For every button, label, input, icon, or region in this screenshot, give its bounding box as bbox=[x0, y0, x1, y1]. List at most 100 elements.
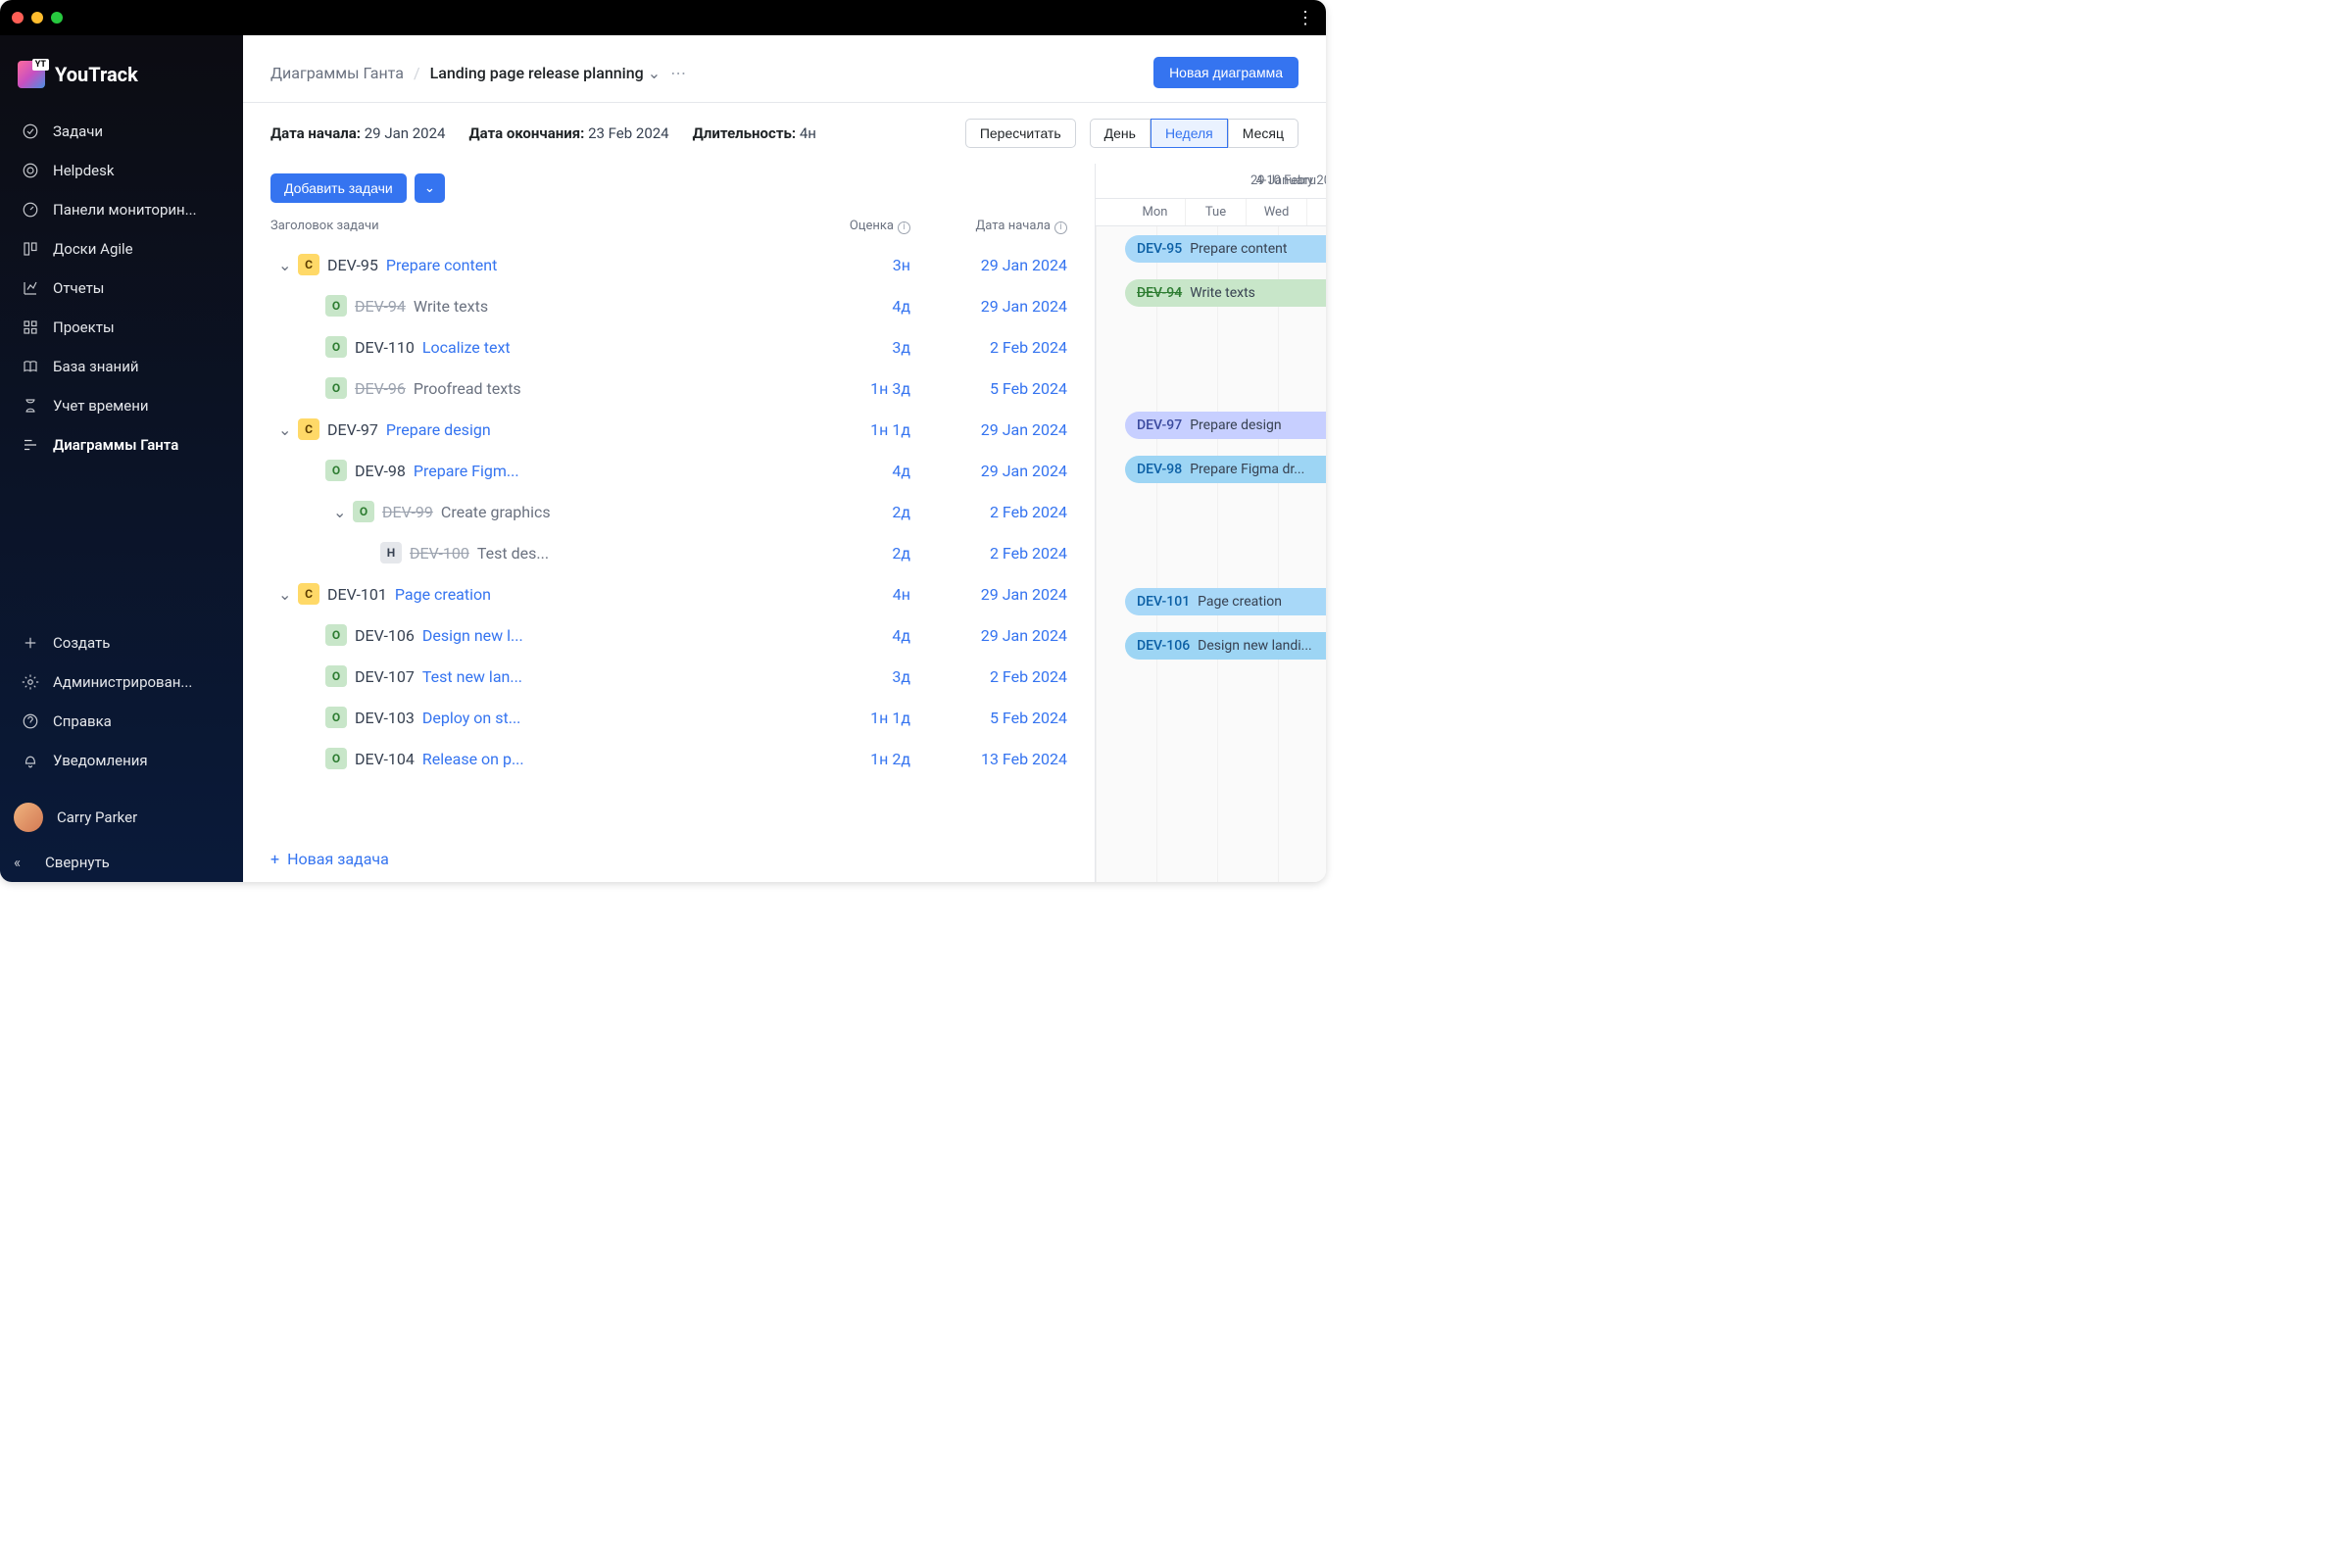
task-title[interactable]: Prepare content bbox=[386, 256, 497, 274]
task-estimate[interactable]: 3д bbox=[793, 338, 910, 357]
task-title[interactable]: Prepare design bbox=[386, 420, 491, 439]
chevron-down-icon[interactable]: ⌄ bbox=[648, 64, 661, 82]
gantt-bar[interactable]: DEV-98Prepare Figma dr... bbox=[1125, 456, 1326, 483]
task-row[interactable]: O DEV-96 Proofread texts 1н 3д 5 Feb 202… bbox=[243, 368, 1095, 409]
kebab-icon[interactable]: ⋮ bbox=[1297, 8, 1314, 28]
task-title[interactable]: Test new lan... bbox=[422, 667, 522, 686]
gantt-bar[interactable]: DEV-94Write texts bbox=[1125, 279, 1326, 307]
task-row[interactable]: H DEV-100 Test des... 2д 2 Feb 2024 bbox=[243, 532, 1095, 573]
chevron-down-icon[interactable]: ⌄ bbox=[278, 420, 290, 439]
task-estimate[interactable]: 3д bbox=[793, 667, 910, 686]
task-row[interactable]: ⌄ O DEV-99 Create graphics 2д 2 Feb 2024 bbox=[243, 491, 1095, 532]
chevron-down-icon[interactable]: ⌄ bbox=[333, 503, 345, 521]
user-profile[interactable]: Carry Parker bbox=[0, 792, 243, 843]
sidebar-item-4[interactable]: Отчеты bbox=[8, 269, 235, 308]
new-task-button[interactable]: + Новая задача bbox=[243, 836, 1095, 882]
task-title[interactable]: Write texts bbox=[414, 297, 488, 316]
task-start-date[interactable]: 29 Jan 2024 bbox=[910, 585, 1067, 604]
task-title[interactable]: Release on p... bbox=[422, 750, 524, 768]
task-title[interactable]: Test des... bbox=[477, 544, 549, 563]
task-title[interactable]: Localize text bbox=[422, 338, 511, 357]
sidebar-item-5[interactable]: Проекты bbox=[8, 308, 235, 347]
chevron-down-icon[interactable]: ⌄ bbox=[278, 585, 290, 604]
sidebar-bottom-2[interactable]: Справка bbox=[8, 702, 235, 741]
task-start-date[interactable]: 2 Feb 2024 bbox=[910, 667, 1067, 686]
gantt-bar[interactable]: DEV-106Design new landi... bbox=[1125, 632, 1326, 660]
task-row[interactable]: O DEV-98 Prepare Figm... 4д 29 Jan 2024 bbox=[243, 450, 1095, 491]
task-start-date[interactable]: 29 Jan 2024 bbox=[910, 626, 1067, 645]
task-start-date[interactable]: 2 Feb 2024 bbox=[910, 338, 1067, 357]
gantt-icon bbox=[22, 436, 39, 454]
new-chart-button[interactable]: Новая диаграмма bbox=[1153, 57, 1298, 88]
sidebar-item-7[interactable]: Учет времени bbox=[8, 386, 235, 425]
task-estimate[interactable]: 2д bbox=[793, 503, 910, 521]
close-icon[interactable] bbox=[12, 12, 24, 24]
task-estimate[interactable]: 3н bbox=[793, 256, 910, 274]
info-icon[interactable]: i bbox=[898, 221, 910, 234]
task-row[interactable]: ⌄ C DEV-95 Prepare content 3н 29 Jan 202… bbox=[243, 244, 1095, 285]
task-estimate[interactable]: 2д bbox=[793, 544, 910, 563]
task-estimate[interactable]: 4д bbox=[793, 462, 910, 480]
collapse-sidebar[interactable]: « Свернуть bbox=[0, 843, 243, 882]
task-start-date[interactable]: 2 Feb 2024 bbox=[910, 503, 1067, 521]
recalculate-button[interactable]: Пересчитать bbox=[965, 119, 1076, 148]
task-row[interactable]: O DEV-107 Test new lan... 3д 2 Feb 2024 bbox=[243, 656, 1095, 697]
view-month[interactable]: Месяц bbox=[1228, 119, 1298, 148]
sidebar-bottom-1[interactable]: Администрирован... bbox=[8, 662, 235, 702]
task-estimate[interactable]: 1н 1д bbox=[793, 420, 910, 439]
task-estimate[interactable]: 1н 3д bbox=[793, 379, 910, 398]
task-row[interactable]: O DEV-110 Localize text 3д 2 Feb 2024 bbox=[243, 326, 1095, 368]
task-row[interactable]: O DEV-104 Release on p... 1н 2д 13 Feb 2… bbox=[243, 738, 1095, 779]
task-start-date[interactable]: 29 Jan 2024 bbox=[910, 462, 1067, 480]
sidebar-item-2[interactable]: Панели мониторин... bbox=[8, 190, 235, 229]
task-title[interactable]: Page creation bbox=[395, 585, 491, 604]
task-row[interactable]: O DEV-94 Write texts 4д 29 Jan 2024 bbox=[243, 285, 1095, 326]
sidebar-item-1[interactable]: Helpdesk bbox=[8, 151, 235, 190]
add-tasks-dropdown[interactable]: ⌄ bbox=[415, 173, 445, 203]
task-estimate[interactable]: 1н 1д bbox=[793, 709, 910, 727]
gantt-bar[interactable]: DEV-95Prepare content bbox=[1125, 235, 1326, 263]
task-start-date[interactable]: 29 Jan 2024 bbox=[910, 256, 1067, 274]
task-start-date[interactable]: 13 Feb 2024 bbox=[910, 750, 1067, 768]
gantt-bar[interactable]: DEV-97Prepare design bbox=[1125, 412, 1326, 439]
add-tasks-button[interactable]: Добавить задачи bbox=[270, 173, 407, 203]
breadcrumb-root[interactable]: Диаграммы Ганта bbox=[270, 64, 404, 82]
view-week[interactable]: Неделя bbox=[1151, 119, 1228, 148]
view-day[interactable]: День bbox=[1090, 119, 1151, 148]
task-row[interactable]: ⌄ C DEV-97 Prepare design 1н 1д 29 Jan 2… bbox=[243, 409, 1095, 450]
task-estimate[interactable]: 4д bbox=[793, 626, 910, 645]
task-row[interactable]: O DEV-103 Deploy on st... 1н 1д 5 Feb 20… bbox=[243, 697, 1095, 738]
task-start-date[interactable]: 29 Jan 2024 bbox=[910, 297, 1067, 316]
lifebuoy-icon bbox=[22, 162, 39, 179]
sidebar-bottom-3[interactable]: Уведомления bbox=[8, 741, 235, 780]
sidebar-item-3[interactable]: Доски Agile bbox=[8, 229, 235, 269]
task-title[interactable]: Design new l... bbox=[422, 626, 523, 645]
chevron-down-icon[interactable]: ⌄ bbox=[278, 256, 290, 274]
day-column: Thu bbox=[1307, 199, 1326, 225]
task-start-date[interactable]: 2 Feb 2024 bbox=[910, 544, 1067, 563]
gantt-bar[interactable]: DEV-101Page creation bbox=[1125, 588, 1326, 615]
breadcrumb-current[interactable]: Landing page release planning ⌄ bbox=[430, 64, 662, 82]
task-start-date[interactable]: 5 Feb 2024 bbox=[910, 709, 1067, 727]
task-start-date[interactable]: 29 Jan 2024 bbox=[910, 420, 1067, 439]
task-row[interactable]: ⌄ C DEV-101 Page creation 4н 29 Jan 2024 bbox=[243, 573, 1095, 614]
task-id: DEV-104 bbox=[355, 750, 415, 768]
task-title[interactable]: Prepare Figm... bbox=[414, 462, 519, 480]
minimize-icon[interactable] bbox=[31, 12, 43, 24]
sidebar-bottom-0[interactable]: Создать bbox=[8, 623, 235, 662]
task-row[interactable]: O DEV-106 Design new l... 4д 29 Jan 2024 bbox=[243, 614, 1095, 656]
task-title[interactable]: Proofread texts bbox=[414, 379, 521, 398]
task-estimate[interactable]: 4н bbox=[793, 585, 910, 604]
task-title[interactable]: Deploy on st... bbox=[422, 709, 520, 727]
info-icon[interactable]: i bbox=[1054, 221, 1067, 234]
sidebar-item-8[interactable]: Диаграммы Ганта bbox=[8, 425, 235, 465]
maximize-icon[interactable] bbox=[51, 12, 63, 24]
sidebar-item-0[interactable]: Задачи bbox=[8, 112, 235, 151]
more-icon[interactable]: ⋯ bbox=[670, 64, 686, 82]
task-estimate[interactable]: 4д bbox=[793, 297, 910, 316]
sidebar-item-6[interactable]: База знаний bbox=[8, 347, 235, 386]
task-estimate[interactable]: 1н 2д bbox=[793, 750, 910, 768]
task-start-date[interactable]: 5 Feb 2024 bbox=[910, 379, 1067, 398]
task-title[interactable]: Create graphics bbox=[441, 503, 551, 521]
logo[interactable]: YouTrack bbox=[0, 53, 243, 112]
